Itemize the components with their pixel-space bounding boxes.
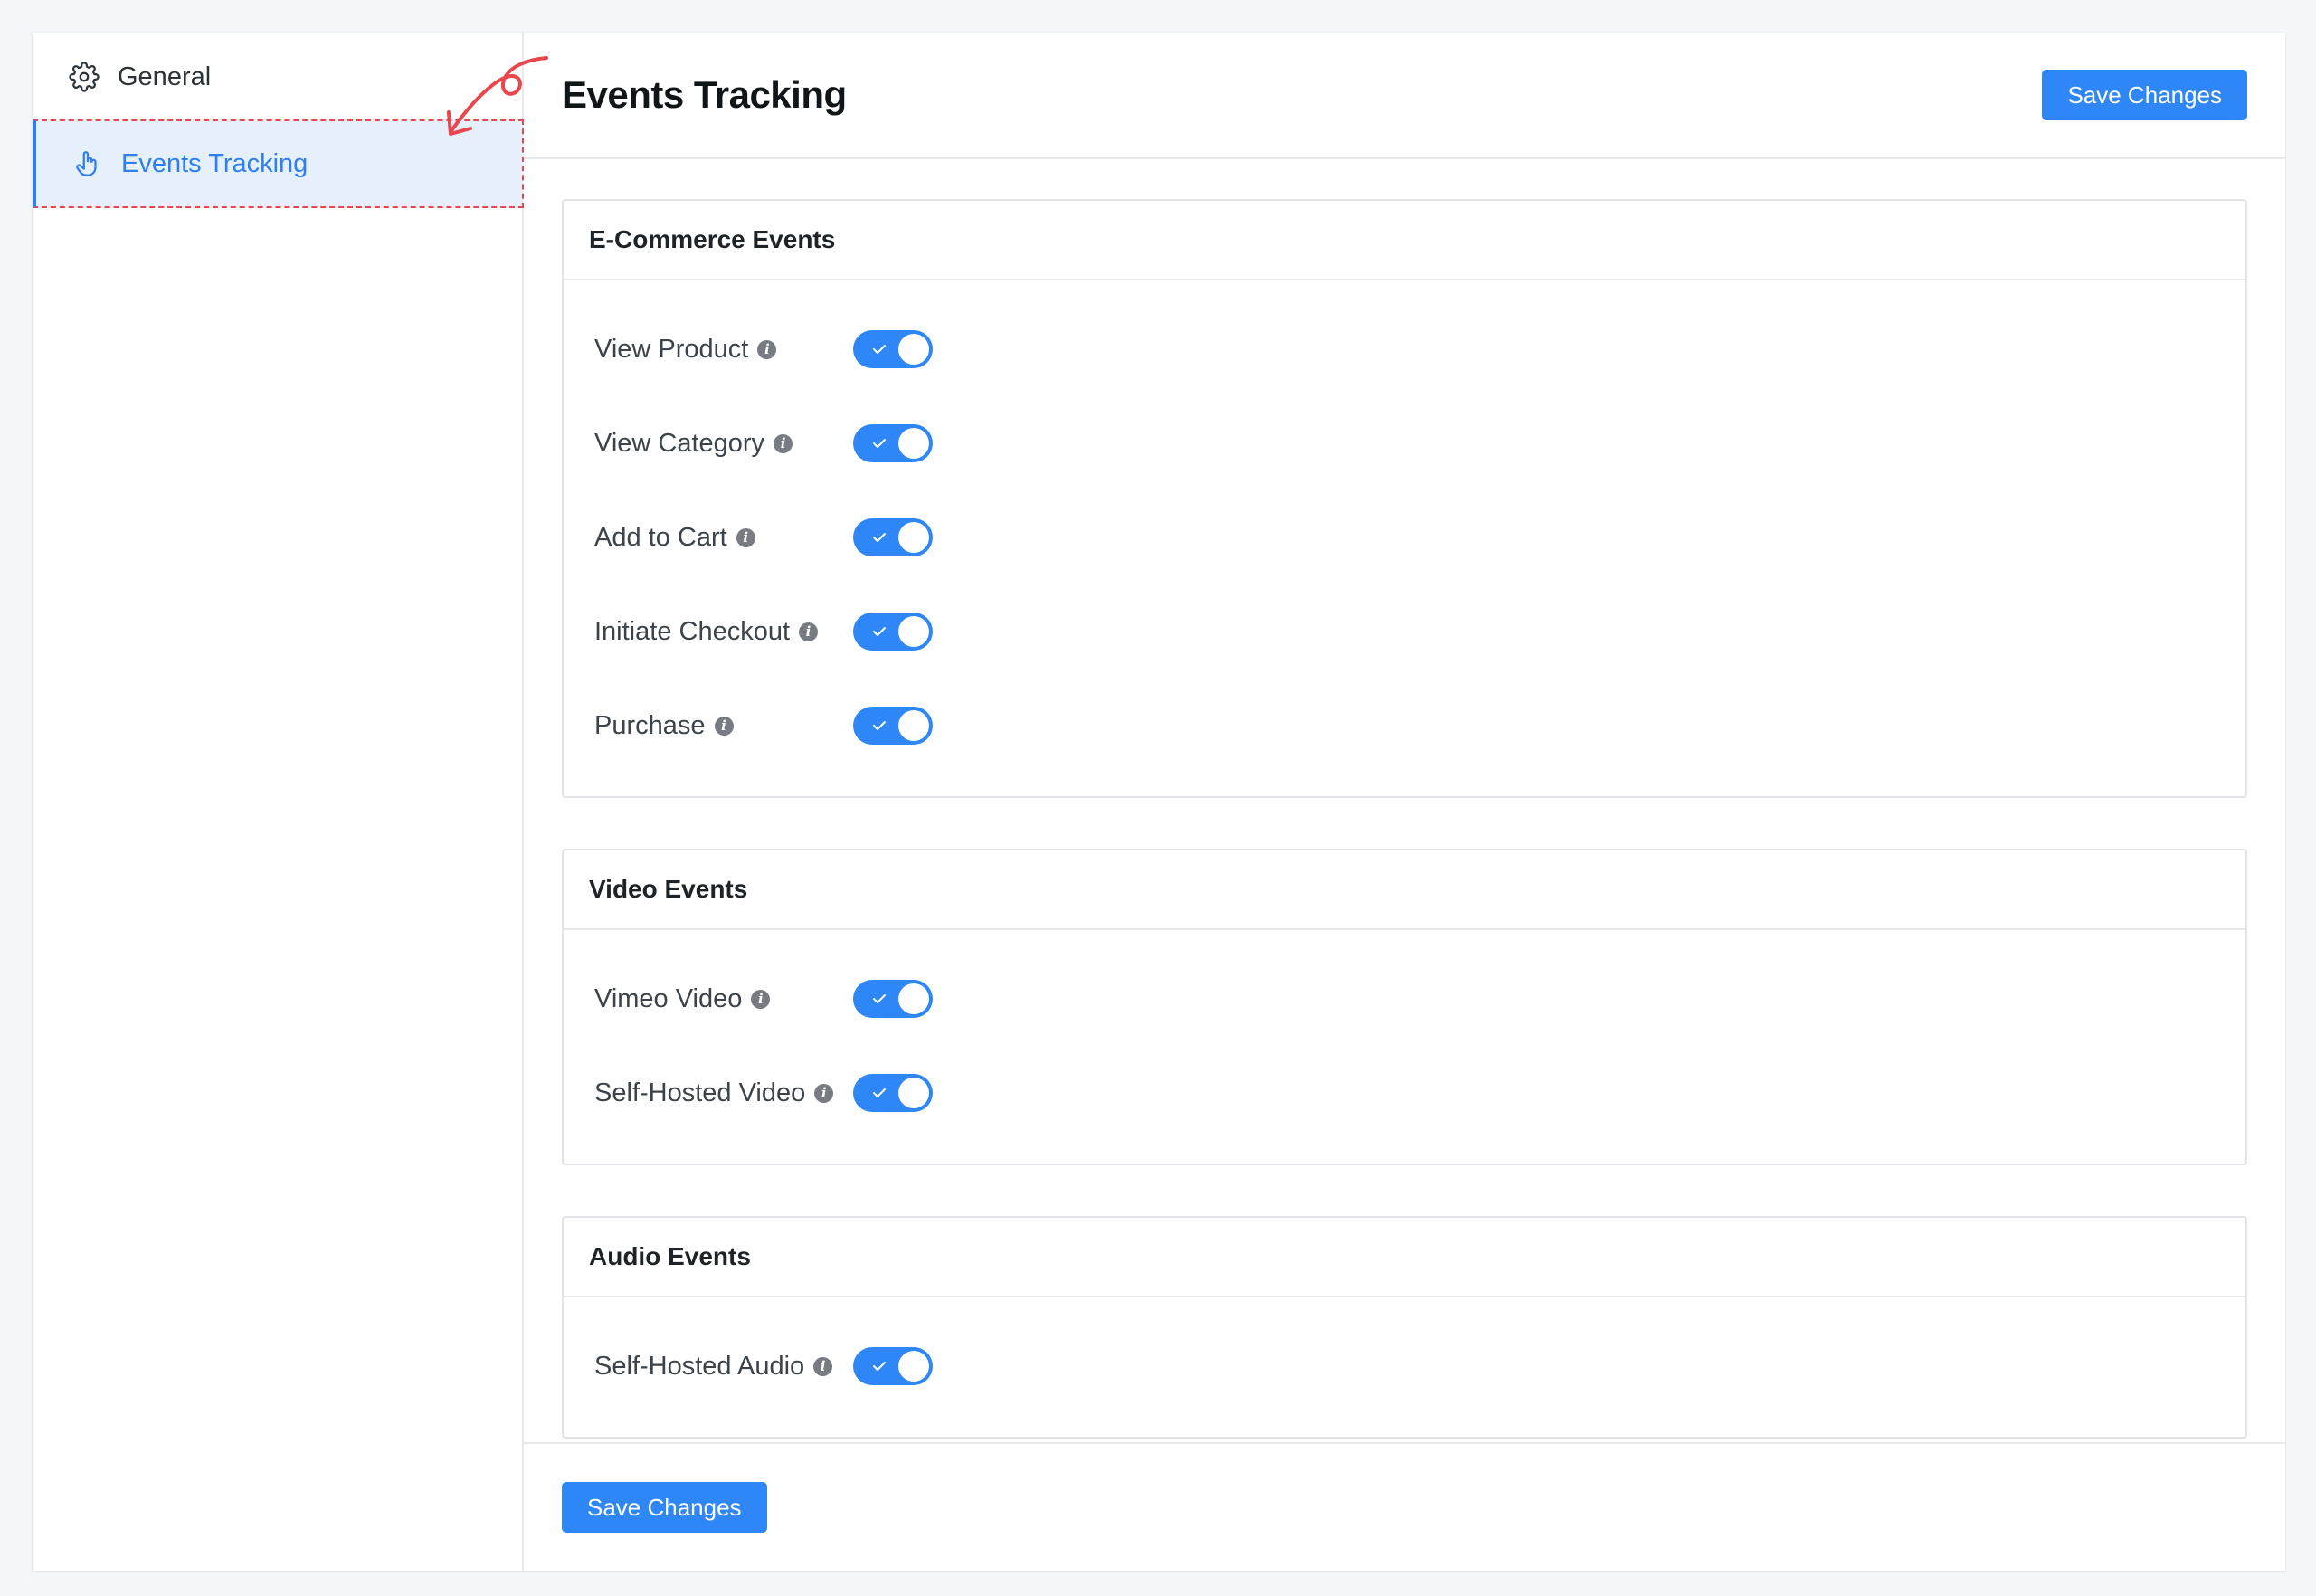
page-header: Events Tracking Save Changes <box>524 33 2285 159</box>
check-icon <box>873 439 886 448</box>
sidebar: General Events Tracking <box>33 33 548 1571</box>
check-icon <box>873 721 886 730</box>
toggle-knob <box>898 616 929 647</box>
toggle-knob <box>898 710 929 741</box>
event-label: Self-Hosted Audio <box>594 1351 805 1381</box>
event-row-self-hosted-audio: Self-Hosted Audio i <box>564 1319 2245 1413</box>
event-row-vimeo-video: Vimeo Video i <box>564 952 2245 1046</box>
toggle-purchase[interactable] <box>853 707 933 745</box>
save-changes-button-bottom[interactable]: Save Changes <box>562 1482 767 1533</box>
toggle-initiate-checkout[interactable] <box>853 613 933 651</box>
toggle-self-hosted-video[interactable] <box>853 1074 933 1112</box>
check-icon <box>873 627 886 636</box>
video-events-card: Video Events Vimeo Video i Self-Hosted V… <box>562 849 2247 1165</box>
card-title: Video Events <box>564 850 2245 930</box>
page-footer: Save Changes <box>524 1442 2285 1571</box>
toggle-view-product[interactable] <box>853 330 933 368</box>
check-icon <box>873 1362 886 1371</box>
event-label: View Category <box>594 428 765 458</box>
settings-content: E-Commerce Events View Product i View Ca… <box>524 159 2285 1439</box>
info-icon[interactable]: i <box>813 1356 833 1376</box>
event-row-view-category: View Category i <box>564 396 2245 490</box>
event-row-initiate-checkout: Initiate Checkout i <box>564 584 2245 679</box>
event-label: Purchase <box>594 710 706 740</box>
toggle-add-to-cart[interactable] <box>853 518 933 556</box>
event-row-add-to-cart: Add to Cart i <box>564 490 2245 584</box>
sidebar-item-label: Events Tracking <box>121 148 308 178</box>
info-icon[interactable]: i <box>774 433 793 453</box>
card-title: E-Commerce Events <box>564 201 2245 280</box>
sidebar-item-label: General <box>118 62 212 91</box>
check-icon <box>873 994 886 1003</box>
settings-window: General Events Tracking Events Tracking … <box>33 33 2285 1571</box>
hand-pointer-icon <box>72 148 103 179</box>
card-title: Audio Events <box>564 1218 2245 1297</box>
event-label: Add to Cart <box>594 522 727 552</box>
page-title: Events Tracking <box>562 73 847 116</box>
toggle-knob <box>898 983 929 1014</box>
event-label: Vimeo Video <box>594 983 743 1013</box>
save-changes-button-top[interactable]: Save Changes <box>2042 70 2247 120</box>
toggle-knob <box>898 1078 929 1108</box>
toggle-knob <box>898 1351 929 1382</box>
info-icon[interactable]: i <box>814 1083 834 1103</box>
main-panel: Events Tracking Save Changes E-Commerce … <box>524 33 2285 1571</box>
event-label: Self-Hosted Video <box>594 1078 806 1107</box>
info-icon[interactable]: i <box>714 716 734 736</box>
event-row-view-product: View Product i <box>564 302 2245 396</box>
info-icon[interactable]: i <box>736 527 755 547</box>
event-label: View Product <box>594 334 749 364</box>
event-label: Initiate Checkout <box>594 616 791 646</box>
audio-events-card: Audio Events Self-Hosted Audio i <box>562 1216 2247 1439</box>
check-icon <box>873 1088 886 1097</box>
toggle-self-hosted-audio[interactable] <box>853 1347 933 1385</box>
event-row-self-hosted-video: Self-Hosted Video i <box>564 1046 2245 1140</box>
gear-icon <box>69 62 100 92</box>
toggle-knob <box>898 334 929 365</box>
check-icon <box>873 345 886 354</box>
event-row-purchase: Purchase i <box>564 679 2245 773</box>
info-icon[interactable]: i <box>751 989 771 1009</box>
check-icon <box>873 533 886 542</box>
info-icon[interactable]: i <box>799 622 819 641</box>
toggle-knob <box>898 428 929 459</box>
toggle-knob <box>898 522 929 553</box>
toggle-vimeo-video[interactable] <box>853 980 933 1018</box>
ecommerce-events-card: E-Commerce Events View Product i View Ca… <box>562 199 2247 798</box>
toggle-view-category[interactable] <box>853 424 933 462</box>
info-icon[interactable]: i <box>757 339 777 359</box>
